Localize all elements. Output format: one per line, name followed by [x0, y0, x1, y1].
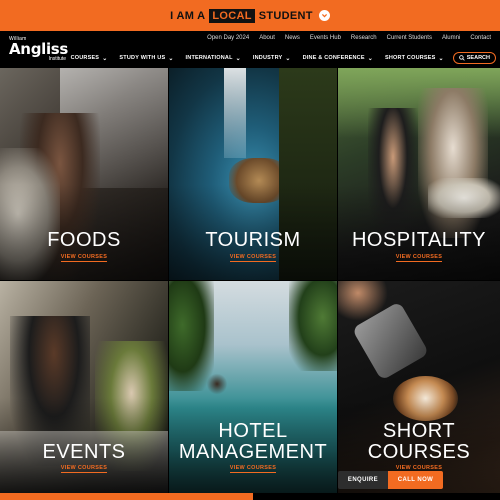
tile-events[interactable]: EVENTS VIEW COURSES	[0, 281, 168, 493]
bottom-accent-bar	[0, 493, 253, 500]
cta-label: VIEW COURSES	[60, 254, 108, 262]
search-label: SEARCH	[466, 55, 490, 61]
local-student-banner[interactable]: I AM A LOCAL STUDENT	[0, 0, 500, 31]
tile-title-line1: HOTEL	[218, 420, 288, 442]
nav-industry[interactable]: INDUSTRY ⌄	[247, 55, 297, 62]
enquire-button[interactable]: ENQUIRE	[338, 471, 388, 489]
tile-title: HOSPITALITY	[351, 229, 487, 251]
course-tiles-grid: FOODS VIEW COURSES TOURISM VIEW COURSES …	[0, 68, 500, 493]
nav-courses[interactable]: COURSES ⌄	[65, 55, 114, 62]
tile-short-courses[interactable]: SHORT COURSES VIEW COURSES	[338, 281, 500, 493]
tile-title-line1: SHORT	[382, 420, 456, 442]
nav-dine-conference[interactable]: DINE & CONFERENCE ⌄	[297, 55, 379, 62]
top-nav-research[interactable]: Research	[346, 35, 382, 41]
banner-prefix: I AM A	[170, 9, 206, 22]
tile-title-line2: MANAGEMENT	[178, 441, 328, 463]
view-courses-link[interactable]: VIEW COURSES	[0, 254, 168, 262]
nav-international-label: INTERNATIONAL	[185, 55, 233, 61]
banner-text[interactable]: I AM A LOCAL STUDENT	[170, 8, 330, 23]
call-now-button[interactable]: CALL NOW	[388, 471, 443, 489]
chevron-down-icon: ⌄	[102, 55, 108, 62]
cta-label: VIEW COURSES	[229, 465, 277, 473]
chevron-down-icon[interactable]	[318, 10, 330, 21]
cta-label: VIEW COURSES	[60, 465, 108, 473]
chevron-down-icon: ⌄	[235, 55, 241, 62]
tile-hospitality[interactable]: HOSPITALITY VIEW COURSES	[338, 68, 500, 280]
search-icon	[458, 55, 465, 61]
main-nav: COURSES ⌄ STUDY WITH US ⌄ INTERNATIONAL ⌄ I…	[65, 52, 496, 64]
nav-courses-label: COURSES	[70, 55, 100, 61]
nav-dine-label: DINE & CONFERENCE	[302, 55, 365, 61]
search-button[interactable]: SEARCH	[452, 52, 496, 64]
top-nav-events-hub[interactable]: Events Hub	[305, 35, 346, 41]
site-header: William Angliss Institute Open Day 2024 …	[0, 31, 500, 68]
tile-title: EVENTS	[42, 441, 126, 463]
bottom-strip	[0, 493, 500, 500]
angliss-logo[interactable]: William Angliss Institute	[9, 37, 68, 62]
view-courses-link[interactable]: VIEW COURSES	[169, 254, 337, 262]
banner-highlight: LOCAL	[209, 8, 255, 23]
top-nav-about[interactable]: About	[254, 35, 280, 41]
banner-suffix: STUDENT	[258, 9, 313, 22]
top-nav-alumni[interactable]: Alumni	[437, 35, 465, 41]
view-courses-link[interactable]: VIEW COURSES	[169, 465, 337, 473]
nav-study-label: STUDY WITH US	[119, 55, 166, 61]
floating-contact-buttons: ENQUIRE CALL NOW	[338, 471, 443, 489]
top-nav-news[interactable]: News	[280, 35, 305, 41]
chevron-down-icon: ⌄	[367, 55, 373, 62]
chevron-down-icon: ⌄	[168, 55, 174, 62]
top-nav-contact[interactable]: Contact	[465, 35, 496, 41]
nav-international[interactable]: INTERNATIONAL ⌄	[180, 55, 247, 62]
tile-hotel-management[interactable]: HOTEL MANAGEMENT VIEW COURSES	[169, 281, 337, 493]
chevron-down-icon: ⌄	[438, 55, 444, 62]
view-courses-link[interactable]: VIEW COURSES	[0, 465, 168, 473]
tile-title: TOURISM	[205, 229, 301, 251]
nav-study-with-us[interactable]: STUDY WITH US ⌄	[113, 55, 179, 62]
tile-title: FOODS	[47, 229, 121, 251]
top-nav-current-students[interactable]: Current Students	[382, 35, 437, 41]
nav-industry-label: INDUSTRY	[252, 55, 283, 61]
logo-big: Angliss	[9, 40, 69, 58]
tile-title-line2: COURSES	[367, 441, 471, 463]
top-nav-open-day[interactable]: Open Day 2024	[202, 35, 254, 41]
cta-label: VIEW COURSES	[395, 254, 443, 262]
chevron-down-icon: ⌄	[285, 55, 291, 62]
nav-short-courses[interactable]: SHORT COURSES ⌄	[379, 55, 450, 62]
top-nav: Open Day 2024 About News Events Hub Rese…	[202, 35, 496, 41]
nav-short-courses-label: SHORT COURSES	[384, 55, 436, 61]
tile-tourism[interactable]: TOURISM VIEW COURSES	[169, 68, 337, 280]
cta-label: VIEW COURSES	[229, 254, 277, 262]
tile-foods[interactable]: FOODS VIEW COURSES	[0, 68, 168, 280]
view-courses-link[interactable]: VIEW COURSES	[338, 254, 500, 262]
